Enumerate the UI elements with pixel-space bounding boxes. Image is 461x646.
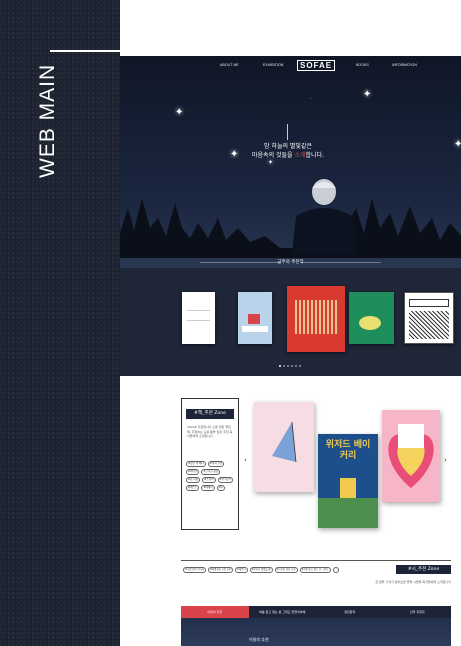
site-logo[interactable]: SOFAE: [297, 60, 336, 71]
person-silhouette: [292, 179, 358, 254]
tag-chip[interactable]: #특별초대 시집 추천: [207, 567, 234, 573]
chevron-right-icon[interactable]: ›: [444, 456, 447, 464]
tag-chip[interactable]: #베스트: [186, 485, 200, 491]
tag-chip[interactable]: #한국문학: [217, 477, 234, 483]
tag-chip[interactable]: #시: [216, 485, 226, 491]
tag-chip[interactable]: #처음 읽고 읽는 본 그려도: [299, 567, 331, 573]
nav-exhibition[interactable]: EXHIBITION: [263, 63, 283, 67]
star-icon: ·: [310, 96, 312, 101]
left-panel: [0, 0, 120, 646]
book-cover[interactable]: [349, 292, 394, 344]
tag-chip[interactable]: #책사 추천: [207, 461, 225, 467]
star-icon[interactable]: ✦: [454, 140, 461, 150]
tab-first-read[interactable]: 처음 읽고 읽는 본 그려도 맞았어야해: [249, 606, 317, 618]
title-underline: [50, 50, 120, 52]
book-cover[interactable]: [287, 286, 345, 352]
book-zone-title: #책_추천 Zone: [186, 409, 234, 419]
book-cover[interactable]: [182, 292, 215, 344]
book-cover[interactable]: [404, 292, 454, 344]
vertical-section-title: WEB MAIN: [36, 63, 59, 178]
book-cover[interactable]: [382, 410, 440, 502]
tag-chip[interactable]: #에세이: [201, 485, 215, 491]
section-divider: [181, 560, 451, 561]
hero-headline: 밤 하늘의 별빛같은 마음속의 것들을 소개합니다.: [252, 143, 324, 159]
tag-chip[interactable]: #청년 책 에디: [186, 461, 206, 467]
book-cover[interactable]: [238, 292, 272, 344]
carousel-dots[interactable]: [279, 365, 301, 367]
hero-divider: [287, 124, 288, 140]
poem-tag-list: #공원 한편 전시회 #특별초대 시집 추천 #예쁜시 #우리가 좋았을 때 #…: [183, 567, 339, 573]
tag-chip[interactable]: #고독한 중심: [201, 469, 221, 475]
nav-information[interactable]: INFORMATION: [392, 63, 417, 67]
book-zone-card: #책_추천 Zone SOFAE 추천합니다 오랜 읽은 좋은 책, 주정하는 …: [181, 398, 239, 530]
hero-highlight: 소개: [294, 152, 306, 159]
book-cover[interactable]: [254, 402, 314, 492]
poem-zone-title: #시_추천 Zone: [396, 565, 451, 574]
chevron-left-icon[interactable]: ‹: [244, 456, 247, 464]
top-nav: ABOUT ME EXHIBITION SOFAE BOOKS INFORMAT…: [120, 60, 461, 75]
star-icon[interactable]: ✦: [363, 90, 371, 100]
weekly-recommend-title: 금주의 추천작: [120, 259, 461, 265]
poem-zone-desc: 한 편을 가져가 입어보면 좋을 시들을 독자들에게 소개합니다: [375, 580, 451, 584]
book-zone-desc: SOFAE 추천합니다 오랜 읽은 좋은 책, 주정하는 도를 통을 담은 추천…: [187, 425, 233, 438]
tag-list: #청년 책 에디 #책사 추천 #세탁한 #고독한 중심 #봄 마음 #소설책 …: [186, 461, 234, 491]
tab-bar: 이달의 추천 처음 읽고 읽는 본 그려도 맞았어야해 청년창작 인국 추천자: [181, 606, 451, 618]
tag-chip[interactable]: #예쁜시: [235, 567, 248, 573]
tag-chip[interactable]: #공원 한편 전시회: [183, 567, 206, 573]
tag-chip[interactable]: #봄 마음: [186, 477, 201, 483]
star-icon[interactable]: ✦: [175, 108, 183, 118]
tag-chip[interactable]: #고요한 감성 시집: [274, 567, 298, 573]
tag-chip[interactable]: #소설책: [202, 477, 216, 483]
tag-chip[interactable]: ...: [332, 567, 339, 573]
tag-chip[interactable]: #세탁한: [186, 469, 200, 475]
star-icon[interactable]: ✦: [230, 150, 238, 160]
monthly-banner: 이달의 추천: [181, 618, 451, 646]
tab-youth[interactable]: 청년창작: [316, 606, 384, 618]
tab-monthly[interactable]: 이달의 추천: [181, 606, 249, 618]
nav-about[interactable]: ABOUT ME: [220, 63, 239, 67]
hero-mockup: ABOUT ME EXHIBITION SOFAE BOOKS INFORMAT…: [120, 56, 461, 376]
nav-books[interactable]: BOOKS: [356, 63, 369, 67]
tab-popular[interactable]: 인국 추천자: [384, 606, 452, 618]
tag-chip[interactable]: #우리가 좋았을 때: [249, 567, 273, 573]
monthly-banner-label: 이달의 추천: [249, 637, 269, 642]
book-cover[interactable]: 위저드 베이커리: [318, 434, 378, 528]
